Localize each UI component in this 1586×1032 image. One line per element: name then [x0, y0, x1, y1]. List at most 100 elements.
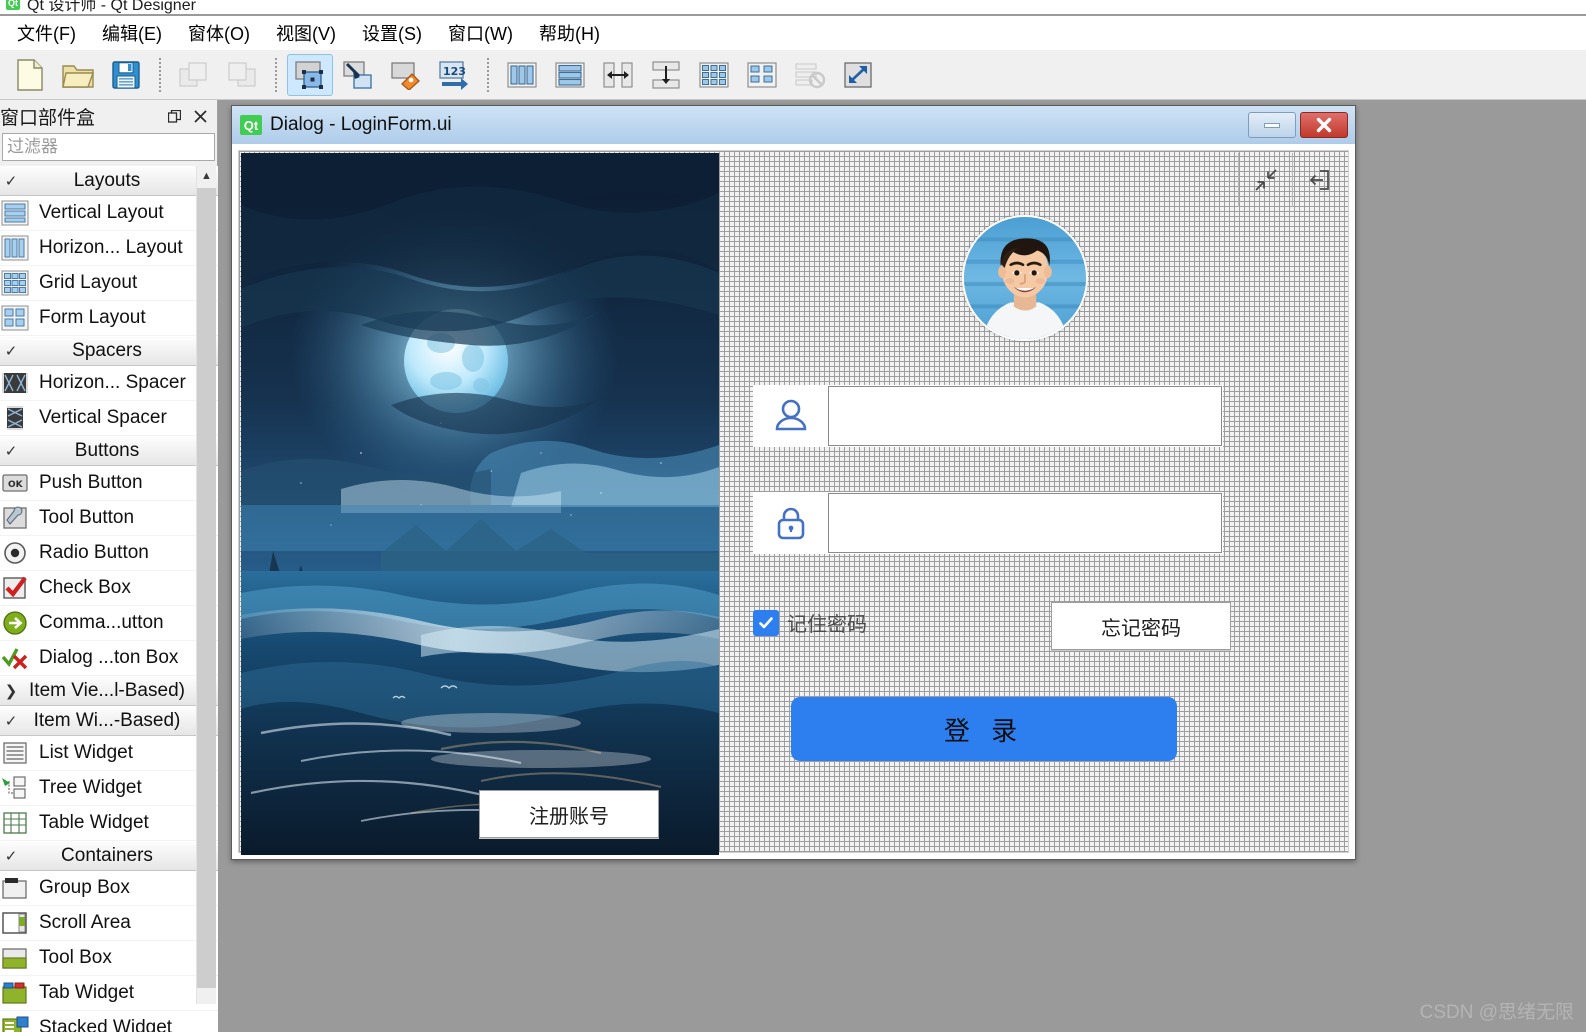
menu-form[interactable]: 窗体(O) — [175, 17, 263, 49]
menu-window[interactable]: 窗口(W) — [435, 17, 526, 49]
form-grid-canvas[interactable]: 记住密码 忘记密码 登 录 注册账号 — [238, 150, 1349, 855]
new-file-button[interactable] — [7, 54, 53, 96]
group-box-icon — [1, 875, 31, 901]
design-canvas[interactable]: Qt Dialog - LoginForm.ui 记住密码 忘记密码 登 录 注… — [226, 100, 1586, 1032]
widget-item-stacked-widget[interactable]: Stacked Widget — [0, 1011, 218, 1032]
push-button-icon: OK — [1, 470, 31, 496]
widget-item-horizontal-spacer[interactable]: Horizon... Spacer — [0, 366, 218, 401]
layout-horizontally-button[interactable] — [499, 54, 545, 96]
username-input[interactable] — [829, 387, 1221, 445]
widget-list[interactable]: ✓ Layouts Vertical Layout Horizon... Lay… — [0, 166, 218, 1032]
layout-splitter-vertical-button[interactable] — [643, 54, 689, 96]
widget-item-tool-button[interactable]: Tool Button — [0, 501, 218, 536]
checkbox-checked-icon[interactable] — [753, 609, 779, 636]
layout-form-button[interactable] — [739, 54, 785, 96]
widget-filter-input[interactable] — [7, 137, 210, 157]
widget-item-label: Comma...utton — [39, 612, 164, 633]
horizontal-spacer-icon — [1, 370, 31, 396]
widget-item-form-layout[interactable]: Form Layout — [0, 301, 218, 336]
password-field[interactable] — [753, 492, 1223, 554]
toolbar-group-file — [6, 54, 150, 96]
widget-item-vertical-layout[interactable]: Vertical Layout — [0, 196, 218, 231]
stacked-widget-icon — [1, 1015, 31, 1032]
exit-button[interactable] — [1292, 153, 1346, 207]
widget-item-radio-button[interactable]: Radio Button — [0, 536, 218, 571]
username-input-wrap[interactable] — [828, 386, 1222, 446]
edit-tab-order-button[interactable]: 123 — [431, 54, 477, 96]
widget-item-horizontal-layout[interactable]: Horizon... Layout — [0, 231, 218, 266]
widget-item-list-widget[interactable]: List Widget — [0, 736, 218, 771]
undo-button[interactable] — [171, 54, 217, 96]
remember-password-checkbox[interactable]: 记住密码 — [753, 608, 867, 637]
widget-item-tree-widget[interactable]: Tree Widget — [0, 771, 218, 806]
login-panel: 记住密码 忘记密码 登 录 注册账号 — [479, 153, 1346, 850]
layout-splitter-horizontal-button[interactable] — [595, 54, 641, 96]
widget-item-label: Form Layout — [39, 307, 146, 328]
adjust-size-button[interactable] — [835, 54, 881, 96]
widget-category-item-views[interactable]: ❯ Item Vie...l-Based) — [0, 676, 218, 706]
widget-item-label: Horizon... Layout — [39, 237, 183, 258]
widget-item-scroll-area[interactable]: Scroll Area — [0, 906, 218, 941]
close-dock-icon[interactable] — [187, 104, 213, 128]
widget-category-layouts[interactable]: ✓ Layouts — [0, 166, 218, 196]
scroll-up-icon[interactable]: ▲ — [197, 166, 216, 186]
break-layout-button[interactable] — [787, 54, 833, 96]
widget-item-dialog-button-box[interactable]: Dialog ...ton Box — [0, 641, 218, 676]
open-file-button[interactable] — [55, 54, 101, 96]
watermark: CSDN @思绪无限 — [1419, 1002, 1574, 1023]
widget-list-scrollbar[interactable]: ▲ — [196, 166, 216, 1004]
form-minimize-button[interactable] — [1248, 112, 1296, 138]
widget-category-label: Spacers — [72, 340, 142, 361]
widget-item-tool-box[interactable]: Tool Box — [0, 941, 218, 976]
widget-category-item-widgets[interactable]: ✓ Item Wi...-Based) — [0, 706, 218, 736]
widget-item-vertical-spacer[interactable]: Vertical Spacer — [0, 401, 218, 436]
widget-item-check-box[interactable]: Check Box — [0, 571, 218, 606]
register-account-button[interactable]: 注册账号 — [479, 790, 659, 838]
redo-button[interactable] — [219, 54, 265, 96]
form-close-button[interactable] — [1300, 112, 1348, 138]
edit-signals-slots-button[interactable] — [335, 54, 381, 96]
widget-item-table-widget[interactable]: Table Widget — [0, 806, 218, 841]
widget-item-grid-layout[interactable]: Grid Layout — [0, 266, 218, 301]
edit-buddies-button[interactable] — [383, 54, 429, 96]
menu-edit[interactable]: 编辑(E) — [89, 17, 175, 49]
layout-grid-button[interactable] — [691, 54, 737, 96]
form-window: Qt Dialog - LoginForm.ui 记住密码 忘记密码 登 录 注… — [231, 105, 1356, 860]
chevron-down-icon: ✓ — [4, 848, 18, 865]
menu-settings[interactable]: 设置(S) — [349, 17, 435, 49]
edit-widgets-button[interactable] — [287, 53, 333, 96]
user-icon — [754, 386, 828, 446]
scrollbar-thumb[interactable] — [197, 188, 216, 988]
widget-category-label: Item Wi...-Based) — [33, 710, 181, 731]
password-input[interactable] — [829, 494, 1221, 552]
menu-help[interactable]: 帮助(H) — [526, 17, 613, 49]
chevron-down-icon: ✓ — [4, 443, 18, 460]
username-field[interactable] — [753, 385, 1223, 447]
widget-box-titlebar: 窗口部件盒 — [0, 100, 217, 132]
widget-item-label: List Widget — [39, 742, 133, 763]
float-dock-icon[interactable] — [161, 104, 187, 128]
tab-widget-icon — [1, 980, 31, 1006]
forgot-password-button[interactable]: 忘记密码 — [1051, 602, 1231, 650]
avatar — [962, 215, 1088, 341]
widget-filter[interactable] — [2, 133, 215, 161]
svg-text:123: 123 — [443, 65, 466, 78]
widget-category-containers[interactable]: ✓ Containers — [0, 841, 218, 871]
widget-item-label: Tab Widget — [39, 982, 135, 1003]
form-titlebar[interactable]: Qt Dialog - LoginForm.ui — [232, 106, 1355, 144]
widget-item-label: Dialog ...ton Box — [39, 647, 179, 668]
background-artwork — [241, 153, 719, 855]
widget-item-push-button[interactable]: OK Push Button — [0, 466, 218, 501]
menu-file[interactable]: 文件(F) — [4, 17, 89, 49]
widget-category-buttons[interactable]: ✓ Buttons — [0, 436, 218, 466]
widget-item-group-box[interactable]: Group Box — [0, 871, 218, 906]
login-button[interactable]: 登 录 — [791, 697, 1177, 761]
layout-vertically-button[interactable] — [547, 54, 593, 96]
password-input-wrap[interactable] — [828, 493, 1222, 553]
collapse-button[interactable] — [1238, 153, 1292, 207]
menu-view[interactable]: 视图(V) — [263, 17, 349, 49]
save-file-button[interactable] — [103, 54, 149, 96]
widget-item-tab-widget[interactable]: Tab Widget — [0, 976, 218, 1011]
widget-category-spacers[interactable]: ✓ Spacers — [0, 336, 218, 366]
widget-item-command-link-button[interactable]: Comma...utton — [0, 606, 218, 641]
